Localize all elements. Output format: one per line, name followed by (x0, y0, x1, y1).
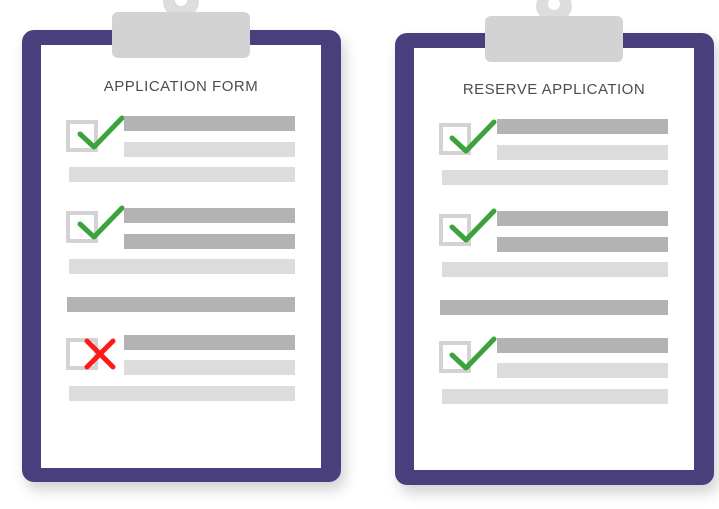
text-line (497, 211, 668, 226)
text-line (497, 145, 668, 160)
text-line (497, 237, 668, 252)
check-icon (449, 336, 497, 371)
form-title: RESERVE APPLICATION (462, 81, 646, 98)
text-line (442, 170, 668, 185)
text-line (124, 208, 295, 223)
divider-line (440, 300, 668, 315)
text-line (497, 119, 668, 134)
text-line (497, 363, 668, 378)
text-line (69, 167, 295, 182)
check-icon (449, 208, 497, 243)
text-line (442, 389, 668, 404)
clipboard-clip (112, 0, 250, 62)
clipboard-clip (485, 0, 623, 66)
text-line (124, 234, 295, 249)
divider-line (67, 297, 295, 312)
cross-icon (84, 338, 116, 370)
paper-sheet: APPLICATION FORM (41, 45, 321, 468)
text-line (124, 360, 295, 375)
text-line (124, 142, 295, 157)
text-line (497, 338, 668, 353)
paper-sheet: RESERVE APPLICATION (414, 48, 694, 470)
check-icon (77, 115, 125, 150)
form-title: APPLICATION FORM (103, 78, 259, 95)
text-line (442, 262, 668, 277)
text-line (69, 386, 295, 401)
text-line (124, 116, 295, 131)
text-line (69, 259, 295, 274)
text-line (124, 335, 295, 350)
check-icon (77, 205, 125, 240)
check-icon (449, 119, 497, 154)
